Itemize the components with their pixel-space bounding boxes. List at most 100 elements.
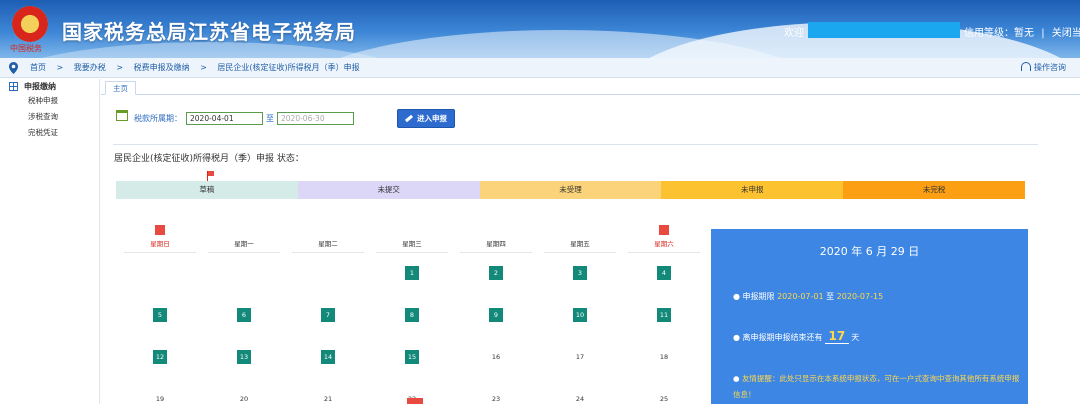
weekday-label: 星期二 — [318, 240, 338, 248]
close-page-link[interactable]: 关闭当页 — [1052, 28, 1080, 39]
breadcrumb-current[interactable]: 居民企业(核定征收)所得税月（季）申报 — [217, 63, 359, 72]
weekend-flag-icon — [659, 225, 669, 235]
sidebar-item-tax-declare[interactable]: 税种申报 — [0, 93, 99, 109]
welcome-text: 欢迎 — [784, 28, 804, 39]
calendar-cell: 5 — [118, 296, 202, 334]
enter-declare-label: 进入申报 — [417, 114, 447, 123]
weekday-underline — [460, 252, 532, 253]
calendar-cell: 3 — [538, 254, 622, 292]
weekday-label: 星期六 — [654, 240, 674, 248]
sidebar-item-tax-query[interactable]: 涉税查询 — [0, 109, 99, 125]
calendar-date-highlighted[interactable]: 15 — [405, 350, 419, 364]
calendar-date-highlighted[interactable]: 5 — [153, 308, 167, 322]
calendar-date-highlighted[interactable]: 14 — [321, 350, 335, 364]
period-end-input[interactable] — [277, 112, 354, 125]
status-segment: 未申报 — [661, 181, 844, 199]
weekday-underline — [376, 252, 448, 253]
calendar-date-highlighted[interactable]: 10 — [573, 308, 587, 322]
calendar-cell: 14 — [286, 338, 370, 376]
enter-declare-button[interactable]: 进入申报 — [397, 109, 455, 128]
period-label: 税款所属期： — [134, 114, 182, 123]
status-title: 居民企业(核定征收)所得税月（季）申报 状态： — [114, 154, 304, 164]
calendar-cell: 1 — [370, 254, 454, 292]
calendar-cell: 4 — [622, 254, 706, 292]
calendar-date[interactable]: 23 — [492, 395, 500, 403]
divider — [113, 144, 1038, 145]
calendar-date-highlighted[interactable]: 6 — [237, 308, 251, 322]
breadcrumb-home[interactable]: 首页 — [30, 63, 46, 72]
tip-text: ：此处只显示在本系统申报状态，可在一户式查询中查询其他所有系统申报信息！ — [733, 374, 1020, 399]
calendar-header: 星期日 星期一 星期二 星期三 星期四 星期五 星期六 — [118, 224, 710, 254]
weekday-label: 星期五 — [570, 240, 590, 248]
calendar-cell: 20 — [202, 380, 286, 418]
calendar-icon — [116, 110, 128, 121]
deadline-end: 2020-07-15 — [836, 292, 884, 301]
help-consult-link[interactable]: 操作咨询 — [1021, 62, 1066, 73]
calendar-date[interactable]: 19 — [156, 395, 164, 403]
tip-label: 友情提醒 — [741, 374, 772, 383]
calendar-date[interactable]: 25 — [660, 395, 668, 403]
menu-grid-icon — [9, 81, 18, 91]
sidebar-item-certificate[interactable]: 完税凭证 — [0, 125, 99, 141]
calendar-cell: 23 — [454, 380, 538, 418]
calendar-date[interactable]: 18 — [660, 353, 668, 361]
site-title: 国家税务总局江苏省电子税务局 — [62, 20, 356, 44]
remaining-suffix: 天 — [851, 333, 860, 342]
breadcrumb-tax[interactable]: 我要办税 — [74, 63, 106, 72]
calendar-date[interactable]: 16 — [492, 353, 500, 361]
remaining-line: ● 离申报期申报结束还有 17 天 — [733, 329, 860, 344]
calendar-date-highlighted[interactable]: 11 — [657, 308, 671, 322]
calendar-date-highlighted[interactable]: 3 — [573, 266, 587, 280]
calendar-date-highlighted[interactable]: 2 — [489, 266, 503, 280]
calendar-cell: 8 — [370, 296, 454, 334]
calendar-date-highlighted[interactable]: 1 — [405, 266, 419, 280]
calendar-date[interactable]: 24 — [576, 395, 584, 403]
calendar-cell: 10 — [538, 296, 622, 334]
calendar-cell: 21 — [286, 380, 370, 418]
calendar-date-highlighted[interactable]: 7 — [321, 308, 335, 322]
calendar-cell: 11 — [622, 296, 706, 334]
weekday-underline — [544, 252, 616, 253]
calendar-date-highlighted[interactable]: 8 — [405, 308, 419, 322]
current-date: 2020 年 6 月 29 日 — [819, 245, 920, 258]
status-segment: 未完税 — [843, 181, 1025, 199]
breadcrumb-bar: 首页 > 我要办税 > 税费申报及缴纳 > 居民企业(核定征收)所得税月（季）申… — [0, 58, 1080, 78]
calendar: 星期日 星期一 星期二 星期三 星期四 星期五 星期六 1 2 3 4 5 6 7 8 9 10 11 12 13 1… — [118, 224, 710, 404]
header-banner: 中国税务 国家税务总局江苏省电子税务局 欢迎 信用等级：暂无 | 关闭当页 — [0, 0, 1080, 58]
period-start-input[interactable] — [186, 112, 263, 125]
weekday-label: 星期四 — [486, 240, 506, 248]
weekday-label: 星期三 — [402, 240, 422, 248]
sidebar-heading[interactable]: 申报缴纳 — [0, 79, 99, 93]
calendar-cell: 6 — [202, 296, 286, 334]
weekday-underline — [292, 252, 364, 253]
help-label: 操作咨询 — [1034, 63, 1066, 72]
calendar-cell: 18 — [622, 338, 706, 376]
calendar-cell: 25 — [622, 380, 706, 418]
calendar-cell: 2 — [454, 254, 538, 292]
calendar-cell: 17 — [538, 338, 622, 376]
calendar-date-highlighted[interactable]: 12 — [153, 350, 167, 364]
breadcrumb-declare[interactable]: 税费申报及缴纳 — [134, 63, 190, 72]
tab-strip: 主页 — [101, 79, 1080, 95]
calendar-cell: 24 — [538, 380, 622, 418]
deadline-line: ● 申报期限 2020-07-01 至 2020-07-15 — [733, 292, 884, 301]
pencil-icon — [404, 114, 414, 123]
remaining-days: 17 — [824, 329, 850, 344]
deadline-start: 2020-07-01 — [777, 292, 824, 301]
header-links: 信用等级：暂无 | 关闭当页 — [964, 24, 1080, 39]
status-segment: 草稿 — [116, 181, 298, 199]
tab-home[interactable]: 主页 — [105, 81, 136, 95]
calendar-date-highlighted[interactable]: 13 — [237, 350, 251, 364]
calendar-date-highlighted[interactable]: 9 — [489, 308, 503, 322]
calendar-date-highlighted[interactable]: 4 — [657, 266, 671, 280]
calendar-date[interactable]: 20 — [240, 395, 248, 403]
breadcrumb: 首页 > 我要办税 > 税费申报及缴纳 > 居民企业(核定征收)所得税月（季）申… — [30, 63, 360, 72]
calendar-date[interactable]: 21 — [324, 395, 332, 403]
weekday-underline — [628, 252, 700, 253]
calendar-date[interactable]: 17 — [576, 353, 584, 361]
calendar-cell: 12 — [118, 338, 202, 376]
calendar-cell: 15 — [370, 338, 454, 376]
friendly-tip: ● 友情提醒：此处只显示在本系统申报状态，可在一户式查询中查询其他所有系统申报信… — [733, 374, 1020, 399]
emblem-caption: 中国税务 — [10, 44, 42, 53]
period-selector: 税款所属期： 至 — [116, 110, 354, 125]
